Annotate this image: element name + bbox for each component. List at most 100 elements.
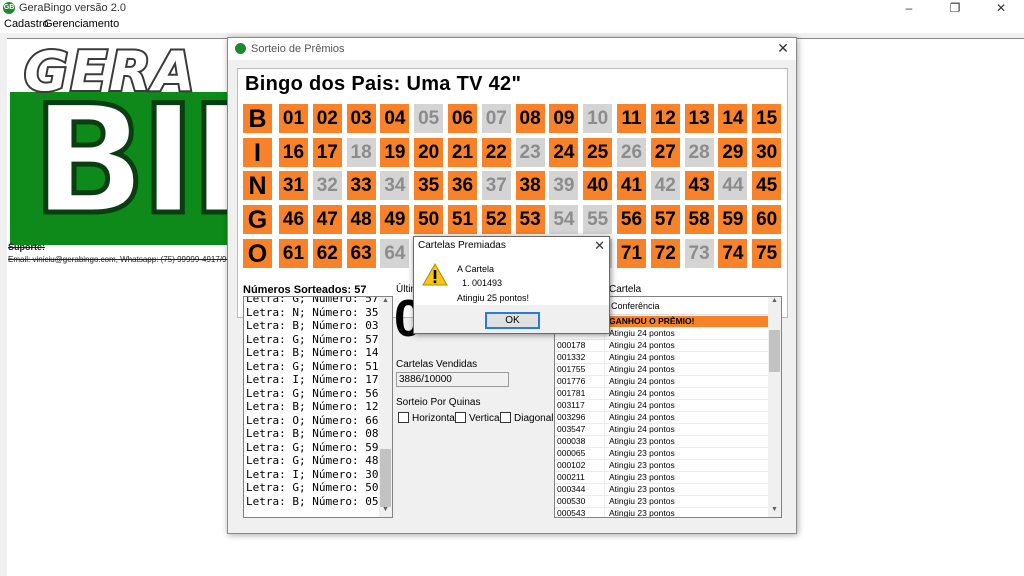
drawn-count-label: Números Sorteados: 57 bbox=[243, 284, 367, 296]
board-number-39: 39 bbox=[549, 171, 579, 201]
board-letter-b: B bbox=[243, 104, 272, 133]
scroll-up-icon[interactable]: ▲ bbox=[768, 297, 781, 308]
winner-row[interactable]: GANHOU O PRÊMIO! bbox=[607, 316, 769, 327]
cards-scrollbar[interactable]: ▲ ▼ bbox=[768, 297, 781, 517]
card-status: Atingiu 23 pontos bbox=[609, 496, 675, 506]
board-number-20: 20 bbox=[414, 137, 444, 167]
app-icon: GB bbox=[3, 2, 15, 14]
card-row[interactable]: 003547 Atingiu 24 pontos bbox=[555, 424, 769, 436]
menu-cadastro[interactable]: Cadastro bbox=[4, 18, 49, 30]
card-row[interactable]: 001781 Atingiu 24 pontos bbox=[555, 388, 769, 400]
drawn-number-line: Letra: N; Número: 35, bbox=[246, 305, 386, 319]
app-title: GeraBingo versão 2.0 bbox=[19, 2, 127, 14]
close-button[interactable]: ✕ bbox=[978, 0, 1024, 17]
minimize-button[interactable]: – bbox=[886, 0, 932, 17]
board-letter-n: N bbox=[243, 171, 272, 201]
quinas-label: Sorteio Por Quinas bbox=[396, 397, 481, 408]
board-number-22: 22 bbox=[481, 137, 511, 167]
card-row[interactable]: 000344 Atingiu 23 pontos bbox=[555, 484, 769, 496]
board-number-30: 30 bbox=[752, 137, 782, 167]
board-number-51: 51 bbox=[448, 205, 477, 235]
checkbox-label: Vertical bbox=[469, 413, 502, 424]
quina-vertical-checkbox[interactable]: Vertical bbox=[455, 412, 502, 424]
scroll-down-icon[interactable]: ▼ bbox=[768, 506, 781, 517]
quina-horizontal-checkbox[interactable]: Horizontal bbox=[398, 412, 457, 424]
card-row[interactable]: 000211 Atingiu 23 pontos bbox=[555, 472, 769, 484]
card-row[interactable]: 001332 Atingiu 24 pontos bbox=[555, 352, 769, 364]
card-row[interactable]: 000530 Atingiu 23 pontos bbox=[555, 496, 769, 508]
sorteio-close-button[interactable]: ✕ bbox=[774, 40, 792, 58]
board-number-47: 47 bbox=[312, 205, 342, 235]
maximize-button[interactable]: ❐ bbox=[932, 0, 978, 17]
drawn-numbers-lines: Letra: G; Número: 57, Letra: N; Número: 3… bbox=[246, 296, 386, 508]
board-number-73: 73 bbox=[684, 238, 714, 268]
ok-button[interactable]: OK bbox=[485, 312, 540, 329]
board-number-37: 37 bbox=[481, 171, 511, 201]
logo-bingo-text: BINGO bbox=[29, 74, 228, 245]
board-number-43: 43 bbox=[684, 171, 714, 201]
card-row[interactable]: 003117 Atingiu 24 pontos bbox=[555, 400, 769, 412]
card-id: 000530 bbox=[557, 496, 605, 508]
board-number-41: 41 bbox=[617, 171, 646, 201]
board-number-27: 27 bbox=[650, 137, 680, 167]
card-row[interactable]: 001755 Atingiu 24 pontos bbox=[555, 364, 769, 376]
card-status: Atingiu 24 pontos bbox=[609, 424, 675, 434]
board-number-25: 25 bbox=[583, 137, 613, 167]
drawn-numbers-list[interactable]: Letra: G; Número: 57, Letra: N; Número: 3… bbox=[243, 296, 393, 518]
board-number-64: 64 bbox=[380, 238, 410, 268]
board-number-04: 04 bbox=[380, 104, 410, 133]
card-id: 000065 bbox=[557, 448, 605, 460]
quina-diagonal-checkbox[interactable]: Diagonal bbox=[500, 412, 553, 424]
board-number-72: 72 bbox=[650, 238, 680, 268]
card-status: Atingiu 24 pontos bbox=[609, 376, 675, 386]
card-status: Atingiu 24 pontos bbox=[609, 412, 675, 422]
card-row[interactable]: 003296 Atingiu 24 pontos bbox=[555, 412, 769, 424]
card-row[interactable]: 000543 Atingiu 23 pontos bbox=[555, 508, 769, 517]
card-row[interactable]: 000038 Atingiu 23 pontos bbox=[555, 436, 769, 448]
card-row[interactable]: 000178 Atingiu 24 pontos bbox=[555, 340, 769, 352]
scroll-down-icon[interactable]: ▼ bbox=[379, 506, 392, 517]
drawn-list-scroll-thumb[interactable] bbox=[380, 449, 391, 507]
board-number-63: 63 bbox=[346, 238, 376, 268]
card-row[interactable]: 000102 Atingiu 23 pontos bbox=[555, 460, 769, 472]
drawn-number-line: Letra: G; Número: 50, bbox=[246, 481, 386, 494]
board-number-11: 11 bbox=[617, 104, 646, 133]
warning-icon bbox=[422, 263, 448, 286]
board-number-29: 29 bbox=[718, 137, 748, 167]
dialog-message-card: 1. 001493 bbox=[462, 278, 503, 288]
drawn-number-line: Letra: B; Número: 05, bbox=[246, 494, 386, 508]
card-status: Atingiu 24 pontos bbox=[609, 388, 675, 398]
board-number-36: 36 bbox=[448, 171, 477, 201]
scroll-up-icon[interactable]: ▲ bbox=[379, 297, 392, 308]
dialog-close-button[interactable]: ✕ bbox=[594, 238, 605, 254]
board-number-62: 62 bbox=[312, 238, 342, 268]
card-row[interactable]: 000065 Atingiu 23 pontos bbox=[555, 448, 769, 460]
drawn-list-scrollbar[interactable]: ▲ ▼ bbox=[379, 297, 392, 517]
board-number-46: 46 bbox=[279, 205, 308, 235]
drawn-number-line: Letra: I; Número: 17, bbox=[246, 373, 386, 386]
board-number-35: 35 bbox=[414, 171, 444, 201]
drawn-number-line: Letra: O; Número: 66, bbox=[246, 413, 386, 427]
conference-column-header[interactable]: Conferência bbox=[611, 301, 660, 311]
card-row[interactable]: 001776 Atingiu 24 pontos bbox=[555, 376, 769, 388]
board-number-01: 01 bbox=[279, 104, 308, 133]
sorteio-titlebar: Sorteio de Prêmios ✕ bbox=[228, 38, 796, 60]
card-id: 003117 bbox=[557, 400, 605, 412]
board-number-59: 59 bbox=[718, 205, 748, 235]
board-number-09: 09 bbox=[549, 104, 579, 133]
cards-scroll-thumb[interactable] bbox=[769, 330, 780, 372]
dialog-message-line1: A Cartela bbox=[457, 264, 495, 274]
drawn-number-line: Letra: G; Número: 57, bbox=[246, 296, 386, 305]
card-id: 001755 bbox=[557, 364, 605, 376]
menu-gerenciamento[interactable]: Gerenciamento bbox=[44, 18, 119, 30]
board-number-31: 31 bbox=[279, 171, 308, 201]
card-status: Atingiu 24 pontos bbox=[609, 328, 675, 338]
card-id: 000038 bbox=[557, 436, 605, 448]
board-number-58: 58 bbox=[684, 205, 714, 235]
board-number-26: 26 bbox=[617, 137, 646, 167]
board-number-49: 49 bbox=[380, 205, 410, 235]
board-number-44: 44 bbox=[718, 171, 748, 201]
board-number-13: 13 bbox=[684, 104, 714, 133]
board-number-74: 74 bbox=[718, 238, 748, 268]
card-id: 003296 bbox=[557, 412, 605, 424]
